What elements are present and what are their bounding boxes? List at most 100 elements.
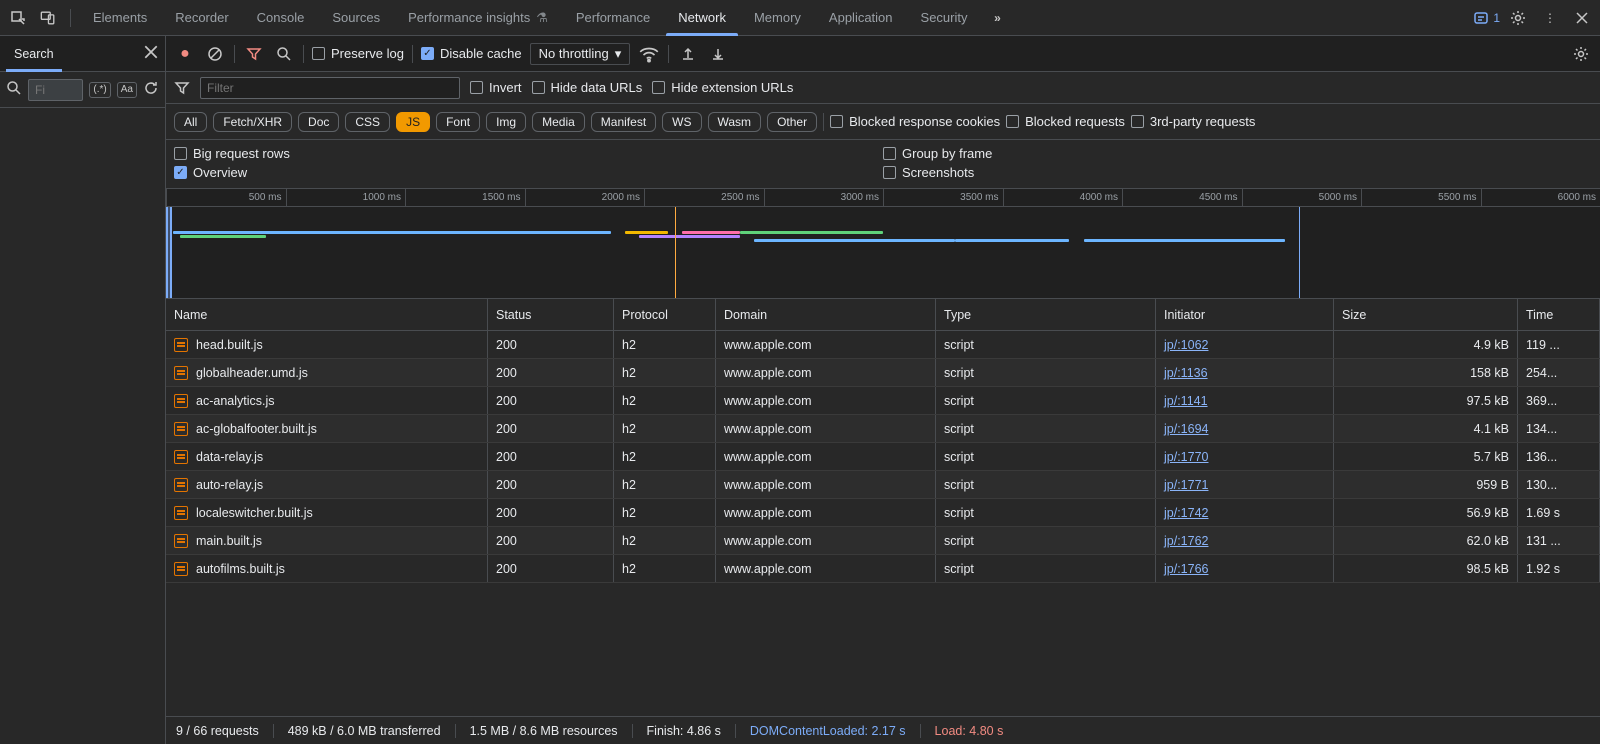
drawer-tab-search[interactable]: Search (8, 36, 60, 72)
regex-toggle[interactable]: (.*) (89, 82, 110, 98)
initiator-link[interactable]: jp/:1762 (1164, 534, 1208, 548)
timeline-tick: 1500 ms (405, 189, 525, 206)
request-name: main.built.js (196, 534, 262, 548)
table-row[interactable]: localeswitcher.built.js200h2www.apple.co… (166, 499, 1600, 527)
settings-gear-icon[interactable] (1504, 4, 1532, 32)
type-chip-all[interactable]: All (174, 112, 207, 132)
close-devtools-icon[interactable] (1568, 4, 1596, 32)
timeline-tick: 4500 ms (1122, 189, 1242, 206)
type-chip-font[interactable]: Font (436, 112, 480, 132)
table-row[interactable]: ac-globalfooter.built.js200h2www.apple.c… (166, 415, 1600, 443)
issues-icon[interactable]: 1 (1473, 4, 1500, 32)
inspect-icon[interactable] (4, 4, 32, 32)
type-chip-ws[interactable]: WS (662, 112, 701, 132)
filter-toggle-icon[interactable] (243, 43, 265, 65)
import-har-icon[interactable] (677, 43, 699, 65)
tab-network[interactable]: Network (664, 0, 740, 36)
table-row[interactable]: autofilms.built.js200h2www.apple.comscri… (166, 555, 1600, 583)
third-party-checkbox[interactable]: 3rd-party requests (1131, 114, 1256, 129)
table-row[interactable]: head.built.js200h2www.apple.comscriptjp/… (166, 331, 1600, 359)
cell-time: 369... (1518, 387, 1600, 414)
tab-memory[interactable]: Memory (740, 0, 815, 36)
tab-console[interactable]: Console (243, 0, 319, 36)
type-chip-doc[interactable]: Doc (298, 112, 339, 132)
initiator-link[interactable]: jp/:1742 (1164, 506, 1208, 520)
type-chip-img[interactable]: Img (486, 112, 526, 132)
column-header-size[interactable]: Size (1334, 299, 1518, 330)
device-toggle-icon[interactable] (34, 4, 62, 32)
initiator-link[interactable]: jp/:1694 (1164, 422, 1208, 436)
cell-size: 5.7 kB (1334, 443, 1518, 470)
timeline-overview[interactable]: 500 ms1000 ms1500 ms2000 ms2500 ms3000 m… (166, 189, 1600, 299)
initiator-link[interactable]: jp/:1771 (1164, 478, 1208, 492)
column-header-type[interactable]: Type (936, 299, 1156, 330)
cell-size: 959 B (1334, 471, 1518, 498)
hide-extension-urls-checkbox[interactable]: Hide extension URLs (652, 80, 793, 95)
initiator-link[interactable]: jp/:1770 (1164, 450, 1208, 464)
cell-type: script (936, 359, 1156, 386)
hide-data-urls-checkbox[interactable]: Hide data URLs (532, 80, 643, 95)
disable-cache-checkbox[interactable]: ✓ Disable cache (421, 46, 522, 61)
column-header-time[interactable]: Time (1518, 299, 1600, 330)
type-chip-manifest[interactable]: Manifest (591, 112, 656, 132)
preserve-log-checkbox[interactable]: Preserve log (312, 46, 404, 61)
initiator-link[interactable]: jp/:1141 (1164, 394, 1208, 408)
throttling-select[interactable]: No throttling ▾ (530, 43, 631, 65)
cell-protocol: h2 (614, 471, 716, 498)
type-chip-media[interactable]: Media (532, 112, 585, 132)
table-row[interactable]: globalheader.umd.js200h2www.apple.comscr… (166, 359, 1600, 387)
group-by-frame-checkbox[interactable]: Group by frame (883, 146, 1592, 161)
type-chip-css[interactable]: CSS (345, 112, 390, 132)
table-row[interactable]: ac-analytics.js200h2www.apple.comscriptj… (166, 387, 1600, 415)
table-row[interactable]: main.built.js200h2www.apple.comscriptjp/… (166, 527, 1600, 555)
screenshots-checkbox[interactable]: Screenshots (883, 165, 1592, 180)
table-header[interactable]: NameStatusProtocolDomainTypeInitiatorSiz… (166, 299, 1600, 331)
tab-performance-insights[interactable]: Performance insights⚗ (394, 0, 562, 36)
initiator-link[interactable]: jp/:1766 (1164, 562, 1208, 576)
overview-checkbox[interactable]: ✓Overview (174, 165, 883, 180)
tab-performance[interactable]: Performance (562, 0, 664, 36)
tab-application[interactable]: Application (815, 0, 907, 36)
overview-selection-handle[interactable] (166, 207, 172, 298)
export-har-icon[interactable] (707, 43, 729, 65)
drawer-search-input[interactable] (28, 79, 83, 101)
column-header-protocol[interactable]: Protocol (614, 299, 716, 330)
cell-status: 200 (488, 359, 614, 386)
tab-elements[interactable]: Elements (79, 0, 161, 36)
network-settings-gear-icon[interactable] (1570, 43, 1592, 65)
request-name: globalheader.umd.js (196, 366, 308, 380)
type-chip-js[interactable]: JS (396, 112, 430, 132)
column-header-initiator[interactable]: Initiator (1156, 299, 1334, 330)
refresh-icon[interactable] (143, 80, 159, 99)
clear-icon[interactable] (204, 43, 226, 65)
initiator-link[interactable]: jp/:1062 (1164, 338, 1208, 352)
cell-type: script (936, 527, 1156, 554)
search-network-icon[interactable] (273, 43, 295, 65)
match-case-toggle[interactable]: Aa (117, 82, 137, 98)
more-tabs-icon[interactable]: » (984, 4, 1012, 32)
tab-security[interactable]: Security (907, 0, 982, 36)
table-row[interactable]: auto-relay.js200h2www.apple.comscriptjp/… (166, 471, 1600, 499)
type-chip-wasm[interactable]: Wasm (708, 112, 762, 132)
invert-checkbox[interactable]: Invert (470, 80, 522, 95)
tab-recorder[interactable]: Recorder (161, 0, 242, 36)
big-rows-checkbox[interactable]: Big request rows (174, 146, 883, 161)
network-conditions-icon[interactable] (638, 43, 660, 65)
column-header-name[interactable]: Name (166, 299, 488, 330)
record-icon[interactable]: ● (174, 43, 196, 65)
initiator-link[interactable]: jp/:1136 (1164, 366, 1208, 380)
column-header-status[interactable]: Status (488, 299, 614, 330)
type-chip-fetch-xhr[interactable]: Fetch/XHR (213, 112, 292, 132)
drawer-close-icon[interactable] (143, 44, 159, 63)
column-header-domain[interactable]: Domain (716, 299, 936, 330)
filter-input[interactable] (200, 77, 460, 99)
type-chip-other[interactable]: Other (767, 112, 817, 132)
status-resources: 1.5 MB / 8.6 MB resources (470, 724, 618, 738)
table-row[interactable]: data-relay.js200h2www.apple.comscriptjp/… (166, 443, 1600, 471)
js-file-icon (174, 394, 188, 408)
timeline-tick: 500 ms (166, 189, 286, 206)
blocked-requests-checkbox[interactable]: Blocked requests (1006, 114, 1125, 129)
kebab-menu-icon[interactable]: ⋮ (1536, 4, 1564, 32)
blocked-cookies-checkbox[interactable]: Blocked response cookies (830, 114, 1000, 129)
tab-sources[interactable]: Sources (318, 0, 394, 36)
